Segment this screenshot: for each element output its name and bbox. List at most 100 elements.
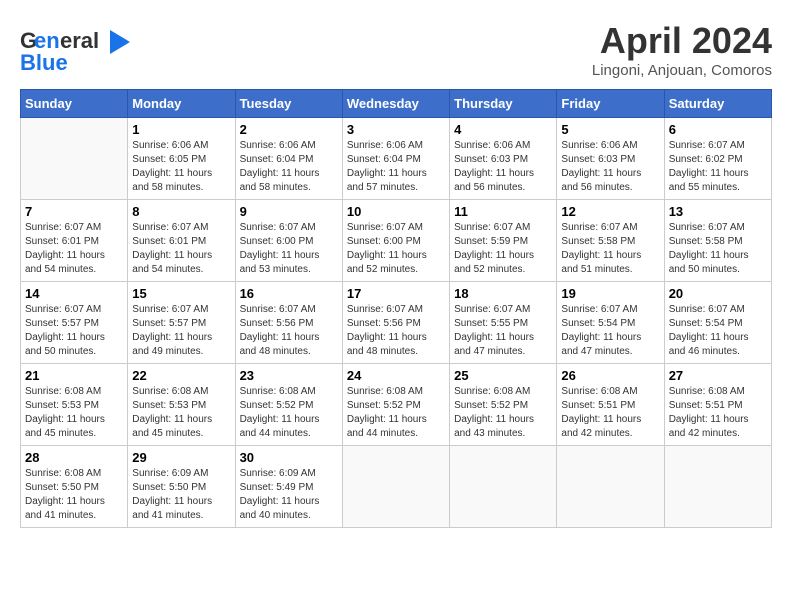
calendar-cell: 1 Sunrise: 6:06 AM Sunset: 6:05 PM Daylig…	[128, 118, 235, 200]
weekday-header: Friday	[557, 90, 664, 118]
logo-svg: G en eral Blue	[20, 20, 130, 75]
calendar-cell: 23 Sunrise: 6:08 AM Sunset: 5:52 PM Dayli…	[235, 364, 342, 446]
day-info: Sunrise: 6:07 AM Sunset: 5:58 PM Dayligh…	[561, 221, 659, 277]
day-info: Sunrise: 6:07 AM Sunset: 5:54 PM Dayligh…	[669, 303, 767, 359]
calendar-week-row: 1 Sunrise: 6:06 AM Sunset: 6:05 PM Daylig…	[21, 118, 772, 200]
day-number: 8	[132, 204, 230, 219]
day-number: 14	[25, 286, 123, 301]
day-info: Sunrise: 6:08 AM Sunset: 5:52 PM Dayligh…	[347, 385, 445, 441]
day-number: 21	[25, 368, 123, 383]
day-info: Sunrise: 6:07 AM Sunset: 5:56 PM Dayligh…	[240, 303, 338, 359]
calendar-cell: 10Sunrise: 6:07 AM Sunset: 6:00 PM Dayli…	[342, 200, 449, 282]
page-subtitle: Lingoni, Anjouan, Comoros	[592, 62, 772, 79]
calendar-cell: 25Sunrise: 6:08 AM Sunset: 5:52 PM Dayli…	[450, 364, 557, 446]
day-info: Sunrise: 6:07 AM Sunset: 6:00 PM Dayligh…	[347, 221, 445, 277]
day-info: Sunrise: 6:07 AM Sunset: 6:02 PM Dayligh…	[669, 139, 767, 195]
calendar-cell: 27 Sunrise: 6:08 AM Sunset: 5:51 PM Dayli…	[664, 364, 771, 446]
day-info: Sunrise: 6:08 AM Sunset: 5:53 PM Dayligh…	[132, 385, 230, 441]
calendar-cell: 29 Sunrise: 6:09 AM Sunset: 5:50 PM Dayli…	[128, 446, 235, 528]
day-number: 16	[240, 286, 338, 301]
calendar-cell: 9 Sunrise: 6:07 AM Sunset: 6:00 PM Daylig…	[235, 200, 342, 282]
calendar-cell: 17 Sunrise: 6:07 AM Sunset: 5:56 PM Dayli…	[342, 282, 449, 364]
weekday-header: Tuesday	[235, 90, 342, 118]
calendar-cell: 22 Sunrise: 6:08 AM Sunset: 5:53 PM Dayli…	[128, 364, 235, 446]
day-info: Sunrise: 6:07 AM Sunset: 6:01 PM Dayligh…	[25, 221, 123, 277]
svg-text:Blue: Blue	[20, 50, 68, 75]
calendar-cell: 2Sunrise: 6:06 AM Sunset: 6:04 PM Daylig…	[235, 118, 342, 200]
day-number: 11	[454, 204, 552, 219]
calendar-cell: 21 Sunrise: 6:08 AM Sunset: 5:53 PM Dayli…	[21, 364, 128, 446]
day-number: 17	[347, 286, 445, 301]
calendar-cell: 20 Sunrise: 6:07 AM Sunset: 5:54 PM Dayli…	[664, 282, 771, 364]
logo: G en eral Blue	[20, 20, 130, 75]
day-info: Sunrise: 6:06 AM Sunset: 6:05 PM Dayligh…	[132, 139, 230, 195]
weekday-header: Wednesday	[342, 90, 449, 118]
day-number: 29	[132, 450, 230, 465]
calendar-cell	[21, 118, 128, 200]
day-info: Sunrise: 6:07 AM Sunset: 5:54 PM Dayligh…	[561, 303, 659, 359]
calendar-cell: 7 Sunrise: 6:07 AM Sunset: 6:01 PM Daylig…	[21, 200, 128, 282]
day-info: Sunrise: 6:07 AM Sunset: 5:57 PM Dayligh…	[132, 303, 230, 359]
day-info: Sunrise: 6:08 AM Sunset: 5:53 PM Dayligh…	[25, 385, 123, 441]
calendar-cell	[450, 446, 557, 528]
day-number: 15	[132, 286, 230, 301]
day-number: 1	[132, 122, 230, 137]
calendar-cell: 16 Sunrise: 6:07 AM Sunset: 5:56 PM Dayli…	[235, 282, 342, 364]
day-info: Sunrise: 6:08 AM Sunset: 5:52 PM Dayligh…	[240, 385, 338, 441]
day-info: Sunrise: 6:07 AM Sunset: 5:57 PM Dayligh…	[25, 303, 123, 359]
day-number: 4	[454, 122, 552, 137]
day-info: Sunrise: 6:08 AM Sunset: 5:50 PM Dayligh…	[25, 467, 123, 523]
day-info: Sunrise: 6:07 AM Sunset: 6:00 PM Dayligh…	[240, 221, 338, 277]
day-info: Sunrise: 6:07 AM Sunset: 5:58 PM Dayligh…	[669, 221, 767, 277]
day-number: 7	[25, 204, 123, 219]
calendar-cell: 14 Sunrise: 6:07 AM Sunset: 5:57 PM Dayli…	[21, 282, 128, 364]
day-info: Sunrise: 6:07 AM Sunset: 5:56 PM Dayligh…	[347, 303, 445, 359]
day-number: 18	[454, 286, 552, 301]
day-number: 9	[240, 204, 338, 219]
calendar-cell: 19 Sunrise: 6:07 AM Sunset: 5:54 PM Dayli…	[557, 282, 664, 364]
calendar-cell: 3 Sunrise: 6:06 AM Sunset: 6:04 PM Daylig…	[342, 118, 449, 200]
calendar-week-row: 7 Sunrise: 6:07 AM Sunset: 6:01 PM Daylig…	[21, 200, 772, 282]
calendar-cell: 26 Sunrise: 6:08 AM Sunset: 5:51 PM Dayli…	[557, 364, 664, 446]
day-number: 22	[132, 368, 230, 383]
weekday-header: Sunday	[21, 90, 128, 118]
day-info: Sunrise: 6:09 AM Sunset: 5:50 PM Dayligh…	[132, 467, 230, 523]
calendar-cell: 13 Sunrise: 6:07 AM Sunset: 5:58 PM Dayli…	[664, 200, 771, 282]
day-number: 6	[669, 122, 767, 137]
day-number: 12	[561, 204, 659, 219]
day-number: 28	[25, 450, 123, 465]
page-title: April 2024	[592, 20, 772, 62]
day-info: Sunrise: 6:08 AM Sunset: 5:51 PM Dayligh…	[561, 385, 659, 441]
weekday-header: Thursday	[450, 90, 557, 118]
calendar-cell: 5 Sunrise: 6:06 AM Sunset: 6:03 PM Daylig…	[557, 118, 664, 200]
calendar-cell: 24 Sunrise: 6:08 AM Sunset: 5:52 PM Dayli…	[342, 364, 449, 446]
calendar-cell: 4 Sunrise: 6:06 AM Sunset: 6:03 PM Daylig…	[450, 118, 557, 200]
day-info: Sunrise: 6:08 AM Sunset: 5:52 PM Dayligh…	[454, 385, 552, 441]
day-info: Sunrise: 6:06 AM Sunset: 6:03 PM Dayligh…	[454, 139, 552, 195]
day-number: 23	[240, 368, 338, 383]
day-number: 3	[347, 122, 445, 137]
calendar-cell	[664, 446, 771, 528]
day-info: Sunrise: 6:06 AM Sunset: 6:03 PM Dayligh…	[561, 139, 659, 195]
calendar-cell: 11Sunrise: 6:07 AM Sunset: 5:59 PM Dayli…	[450, 200, 557, 282]
day-info: Sunrise: 6:09 AM Sunset: 5:49 PM Dayligh…	[240, 467, 338, 523]
calendar-table: SundayMondayTuesdayWednesdayThursdayFrid…	[20, 89, 772, 528]
day-number: 13	[669, 204, 767, 219]
day-number: 27	[669, 368, 767, 383]
calendar-week-row: 21 Sunrise: 6:08 AM Sunset: 5:53 PM Dayli…	[21, 364, 772, 446]
calendar-cell: 8Sunrise: 6:07 AM Sunset: 6:01 PM Daylig…	[128, 200, 235, 282]
day-number: 30	[240, 450, 338, 465]
day-info: Sunrise: 6:06 AM Sunset: 6:04 PM Dayligh…	[347, 139, 445, 195]
weekday-header: Saturday	[664, 90, 771, 118]
calendar-cell	[342, 446, 449, 528]
day-number: 24	[347, 368, 445, 383]
day-number: 26	[561, 368, 659, 383]
day-info: Sunrise: 6:06 AM Sunset: 6:04 PM Dayligh…	[240, 139, 338, 195]
day-info: Sunrise: 6:07 AM Sunset: 5:55 PM Dayligh…	[454, 303, 552, 359]
day-number: 19	[561, 286, 659, 301]
day-number: 5	[561, 122, 659, 137]
calendar-header-row: SundayMondayTuesdayWednesdayThursdayFrid…	[21, 90, 772, 118]
calendar-cell: 15 Sunrise: 6:07 AM Sunset: 5:57 PM Dayli…	[128, 282, 235, 364]
day-info: Sunrise: 6:08 AM Sunset: 5:51 PM Dayligh…	[669, 385, 767, 441]
day-number: 20	[669, 286, 767, 301]
